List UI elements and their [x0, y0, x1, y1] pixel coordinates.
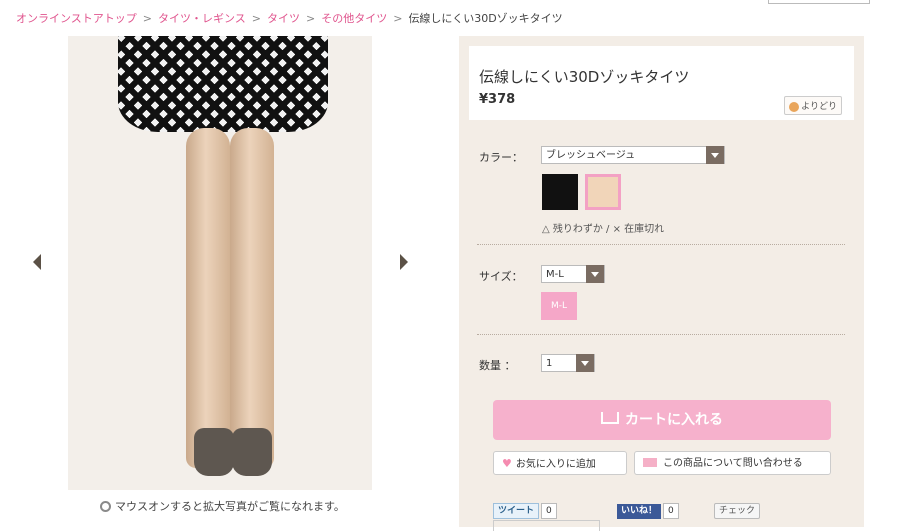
mail-icon	[643, 457, 657, 467]
color-swatch-black[interactable]	[542, 174, 578, 210]
magnifier-icon	[100, 500, 111, 512]
facebook-like-button[interactable]: いいね！	[617, 503, 662, 519]
breadcrumb-separator: >	[142, 12, 152, 25]
header-box	[768, 0, 870, 4]
chevron-down-icon	[586, 265, 604, 283]
divider	[477, 334, 845, 335]
heart-icon: ♥	[502, 457, 512, 470]
size-select[interactable]: M-L	[541, 265, 605, 283]
breadcrumb-link-top[interactable]: オンラインストアトップ	[16, 12, 137, 25]
cart-icon	[601, 412, 619, 424]
yoridori-label: よりどり	[801, 102, 837, 112]
check-button[interactable]: チェック	[714, 503, 761, 519]
size-select-value: M-L	[546, 269, 564, 280]
breadcrumb-separator: >	[306, 12, 316, 25]
leg-left	[186, 128, 230, 468]
breadcrumb-separator: >	[251, 12, 261, 25]
breadcrumb: オンラインストアトップ > タイツ・レギンス > タイツ > その他タイツ > 伝線しにくい30…	[16, 10, 563, 26]
stock-note: △ 残りわずか / × 在庫切れ	[542, 224, 665, 235]
color-label: カラー：	[479, 151, 523, 164]
chevron-down-icon	[706, 146, 724, 164]
color-swatch-beige[interactable]	[585, 174, 621, 210]
yoridori-icon	[789, 101, 800, 112]
gallery-prev-arrow-icon[interactable]	[33, 254, 41, 270]
color-select-value: ブレッシュベージュ	[546, 150, 636, 161]
add-to-cart-button[interactable]: カートに入れる	[493, 400, 831, 440]
breadcrumb-separator: >	[393, 12, 403, 25]
top-strip	[0, 0, 900, 4]
yoridori-badge[interactable]: よりどり	[784, 96, 842, 115]
add-favorite-button[interactable]: ♥ お気に入りに追加	[493, 451, 627, 475]
facebook-like-widget[interactable]: いいね！ 0	[617, 503, 679, 519]
quantity-label: 数量 ：	[479, 359, 516, 372]
breadcrumb-link-tights-leggings[interactable]: タイツ・レギンス	[158, 12, 246, 25]
product-title: 伝線しにくい30Dゾッキタイツ	[479, 68, 690, 86]
inquiry-label: この商品について問い合わせる	[663, 458, 803, 469]
chevron-down-icon	[576, 354, 594, 372]
tweet-button[interactable]: ツイート	[493, 503, 540, 519]
zoom-note: マウスオンすると拡大写真がご覧になれます。	[100, 498, 345, 514]
tweet-count: 0	[541, 503, 557, 519]
zoom-note-text: マウスオンすると拡大写真がご覧になれます。	[115, 500, 345, 513]
quantity-select-value: 1	[546, 358, 553, 369]
divider	[477, 244, 845, 245]
shoe-right	[232, 428, 272, 476]
breadcrumb-link-tights[interactable]: タイツ	[267, 12, 300, 25]
shoe-left	[194, 428, 234, 476]
bottom-box	[493, 520, 600, 531]
size-label: サイズ：	[479, 270, 523, 283]
inquiry-button[interactable]: この商品について問い合わせる	[634, 451, 831, 475]
leg-right	[230, 128, 274, 468]
color-select[interactable]: ブレッシュベージュ	[541, 146, 725, 164]
facebook-like-count: 0	[663, 503, 679, 519]
breadcrumb-current: 伝線しにくい30Dゾッキタイツ	[408, 12, 563, 25]
quantity-select[interactable]: 1	[541, 354, 595, 372]
breadcrumb-link-other-tights[interactable]: その他タイツ	[321, 12, 387, 25]
size-chip[interactable]: M-L	[541, 292, 577, 320]
gallery-next-arrow-icon[interactable]	[400, 254, 408, 270]
tweet-widget[interactable]: ツイート 0	[493, 503, 557, 519]
add-favorite-label: お気に入りに追加	[515, 459, 596, 470]
check-widget[interactable]: チェック	[714, 503, 761, 519]
add-to-cart-label: カートに入れる	[625, 412, 723, 428]
product-photo[interactable]	[68, 36, 372, 490]
houndstooth-skirt	[118, 36, 328, 132]
title-box: 伝線しにくい30Dゾッキタイツ ¥378 よりどり	[469, 46, 854, 120]
product-price: ¥378	[479, 92, 516, 107]
